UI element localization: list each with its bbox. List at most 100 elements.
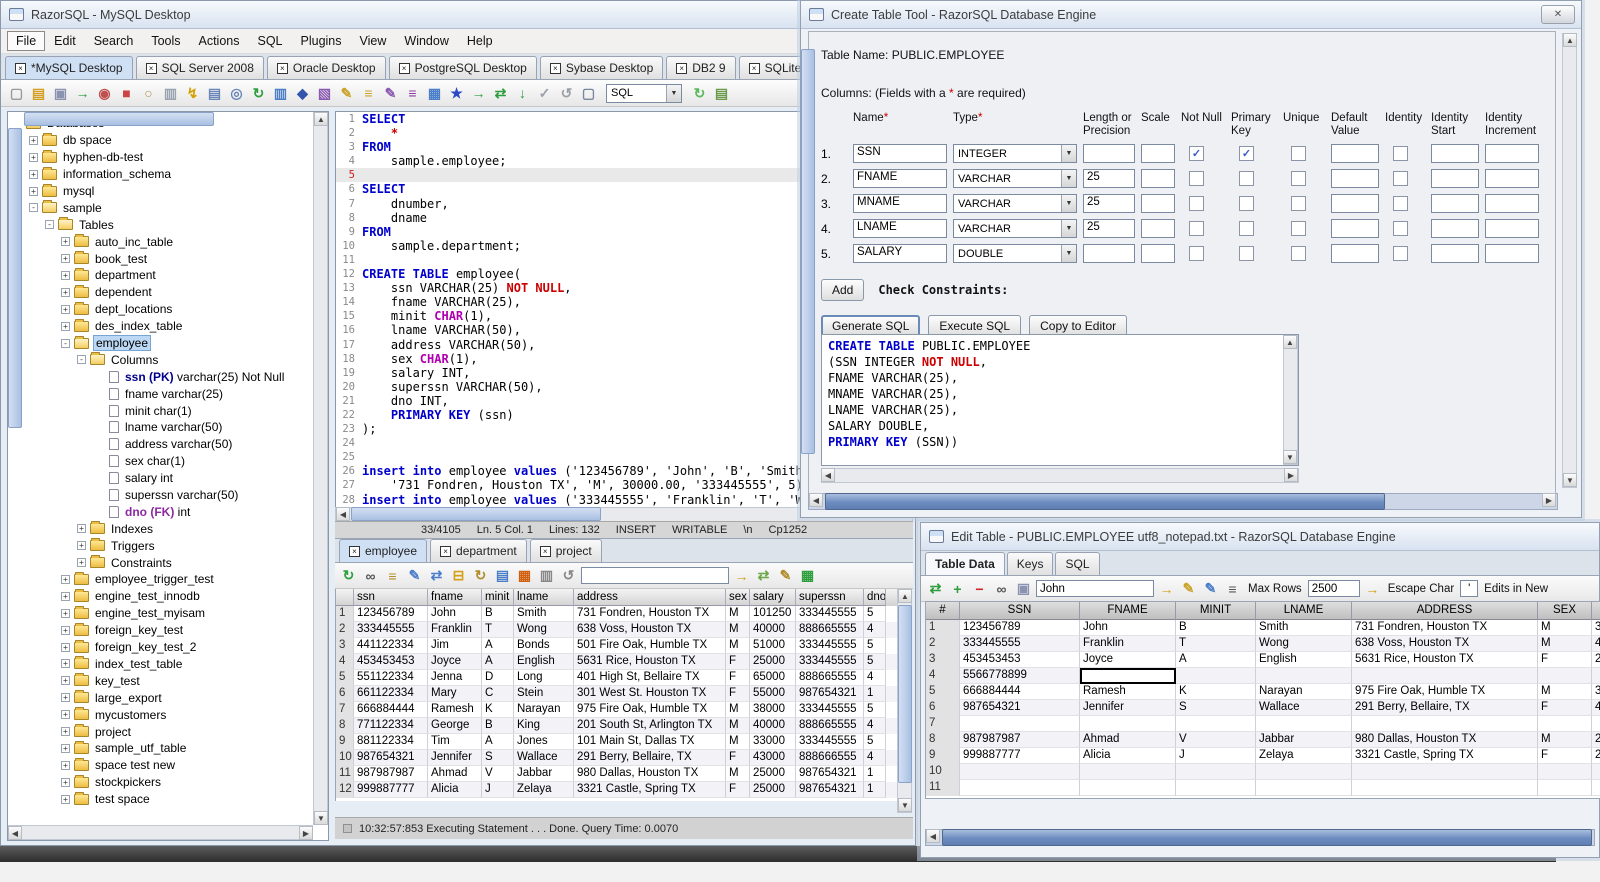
tree-item-dno-fk[interactable]: +dno (FK) int [9, 503, 312, 520]
generated-sql-output[interactable]: CREATE TABLE PUBLIC.EMPLOYEE (SSN INTEGER… [821, 334, 1299, 466]
length-input[interactable]: 25 [1083, 194, 1135, 213]
scale-input[interactable] [1141, 244, 1175, 263]
tree-item-foreign-key-test[interactable]: + foreign_key_test [9, 622, 312, 639]
edit-results-icon[interactable]: ✎ [405, 566, 424, 585]
tree-expander-icon[interactable]: - [77, 355, 86, 365]
refresh-results-icon[interactable]: ↻ [339, 566, 358, 585]
column-name-input[interactable]: MNAME [853, 194, 947, 213]
identity-increment-input[interactable] [1485, 169, 1539, 188]
unique-checkbox[interactable] [1291, 221, 1306, 236]
tree-expander-icon[interactable]: + [61, 727, 70, 736]
copy-document-icon[interactable]: ▥ [271, 84, 290, 103]
tree-expander-icon[interactable]: + [61, 642, 70, 652]
tree-item-des-index-table[interactable]: + des_index_table [9, 318, 312, 335]
connect-icon[interactable]: → [73, 84, 92, 103]
save-edits-icon[interactable]: ▣ [1014, 579, 1033, 598]
select-columns-icon[interactable]: ▤ [493, 566, 512, 585]
table-row[interactable]: 3 453453453 Joyce A English 5631 Rice, Housto… [926, 652, 1600, 668]
edit-sql-icon[interactable]: ✎ [337, 84, 356, 103]
tree-expander-icon[interactable]: + [61, 288, 70, 297]
close-tab-icon[interactable]: × [349, 545, 360, 557]
tree-expander-icon[interactable]: - [45, 220, 54, 230]
tree-expander-icon[interactable]: + [61, 254, 70, 264]
scale-input[interactable] [1141, 144, 1175, 163]
tab-project[interactable]: × project [529, 539, 602, 562]
tab-employee[interactable]: × employee [339, 539, 428, 562]
tree-expander-icon[interactable]: + [61, 625, 70, 635]
sync-icon[interactable]: ⇄ [491, 84, 510, 103]
not-null-checkbox[interactable]: ✓ [1189, 146, 1204, 161]
selected-cell[interactable] [1080, 668, 1176, 684]
identity-checkbox[interactable] [1393, 146, 1408, 161]
table-row[interactable]: 8 771122334 George B King 201 South St, Arlin… [336, 718, 897, 734]
undo-icon[interactable]: ↺ [557, 84, 576, 103]
column-name-input[interactable]: LNAME [853, 219, 947, 238]
edit-query-icon[interactable]: ✎ [381, 84, 400, 103]
column-type-dropdown[interactable]: VARCHAR ▼ [953, 169, 1077, 188]
tree-expander-icon[interactable]: + [61, 592, 70, 601]
table-row[interactable]: 3 441122334 Jim A Bonds 501 Fire Oak, Humble … [336, 638, 897, 654]
rotate-results-icon[interactable]: ↺ [559, 566, 578, 585]
export-icon[interactable]: ▦ [515, 566, 534, 585]
row-number[interactable]: 1 [926, 620, 960, 636]
primary-key-checkbox[interactable] [1239, 196, 1254, 211]
row-number[interactable]: 5 [926, 684, 960, 700]
tree-item-space-test-new[interactable]: + space test new [9, 757, 312, 774]
close-tab-icon[interactable]: × [145, 62, 157, 74]
menu-actions[interactable]: Actions [190, 31, 249, 51]
new-editor-icon[interactable]: ▢ [579, 84, 598, 103]
tree-expander-icon[interactable]: + [61, 744, 70, 753]
default-value-input[interactable] [1331, 194, 1379, 213]
excel-export-icon[interactable]: ▦ [798, 566, 817, 585]
table-row[interactable]: 5 551122334 Jenna D Long 401 High St, Bellair… [336, 670, 897, 686]
open-file-icon[interactable]: ▤ [29, 84, 48, 103]
primary-key-checkbox[interactable] [1239, 246, 1254, 261]
tree-item-dependent[interactable]: + dependent [9, 284, 312, 301]
row-number[interactable]: 6 [926, 700, 960, 716]
add-column-button[interactable]: Add [821, 279, 865, 301]
column-name-input[interactable]: SALARY [853, 244, 947, 263]
table-row[interactable]: 8 987987987 Ahmad V Jabbar 980 Dallas, Housto… [926, 732, 1600, 748]
length-input[interactable]: 25 [1083, 169, 1135, 188]
tree-item-hyphen-db-test[interactable]: + hyphen-db-test [9, 149, 312, 166]
column-type-dropdown[interactable]: INTEGER ▼ [953, 144, 1077, 163]
not-null-checkbox[interactable] [1189, 196, 1204, 211]
identity-increment-input[interactable] [1485, 144, 1539, 163]
delete-row-icon[interactable]: − [970, 579, 989, 598]
max-rows-input[interactable]: 2500 [1307, 580, 1360, 597]
refresh-table-icon[interactable]: ⇄ [754, 566, 773, 585]
go-icon[interactable]: → [469, 84, 488, 103]
not-null-checkbox[interactable] [1189, 171, 1204, 186]
row-number[interactable]: 7 [926, 716, 960, 732]
identity-increment-input[interactable] [1485, 244, 1539, 263]
identity-start-input[interactable] [1431, 244, 1479, 263]
tree-item-tables[interactable]: - Tables [9, 216, 312, 233]
chevron-down-icon[interactable]: ▼ [1061, 170, 1076, 187]
resize-columns-icon[interactable]: ⇄ [427, 566, 446, 585]
tree-item-mycustomers[interactable]: + mycustomers [9, 706, 312, 723]
table-row[interactable]: 5 666884444 Ramesh K Narayan 975 Fire Oak, Hu… [926, 684, 1600, 700]
table-row[interactable]: 12 999887777 Alicia J Zelaya 3321 Castle, Spr… [336, 782, 897, 798]
filter-edit-icon[interactable]: ≡ [1223, 579, 1242, 598]
close-tab-icon[interactable]: × [549, 62, 561, 74]
unique-checkbox[interactable] [1291, 246, 1306, 261]
key-icon[interactable]: ⊟ [449, 566, 468, 585]
tree-expander-icon[interactable]: - [29, 203, 38, 213]
close-tab-icon[interactable]: × [748, 62, 760, 74]
tab-oracle-desktop[interactable]: × Oracle Desktop [266, 56, 386, 79]
identity-checkbox[interactable] [1393, 246, 1408, 261]
row-number[interactable]: 8 [926, 732, 960, 748]
table-row[interactable]: 4 453453453 Joyce A English 5631 Rice, Housto… [336, 654, 897, 670]
refresh-sql-icon[interactable]: ↻ [471, 566, 490, 585]
default-value-input[interactable] [1331, 144, 1379, 163]
tree-item-salary-int[interactable]: +salary int [9, 470, 312, 487]
edit-cell-icon[interactable]: ✎ [1179, 579, 1198, 598]
close-tab-icon[interactable]: × [440, 545, 452, 557]
find-document-icon[interactable]: ◎ [227, 84, 246, 103]
length-input[interactable]: 25 [1083, 219, 1135, 238]
results-filter-input[interactable] [581, 567, 729, 584]
tab-sql-server-2008[interactable]: × SQL Server 2008 [135, 56, 264, 79]
row-number[interactable]: 2 [926, 636, 960, 652]
tree-item-dept-locations[interactable]: + dept_locations [9, 301, 312, 318]
column-type-dropdown[interactable]: DOUBLE ▼ [953, 244, 1077, 263]
